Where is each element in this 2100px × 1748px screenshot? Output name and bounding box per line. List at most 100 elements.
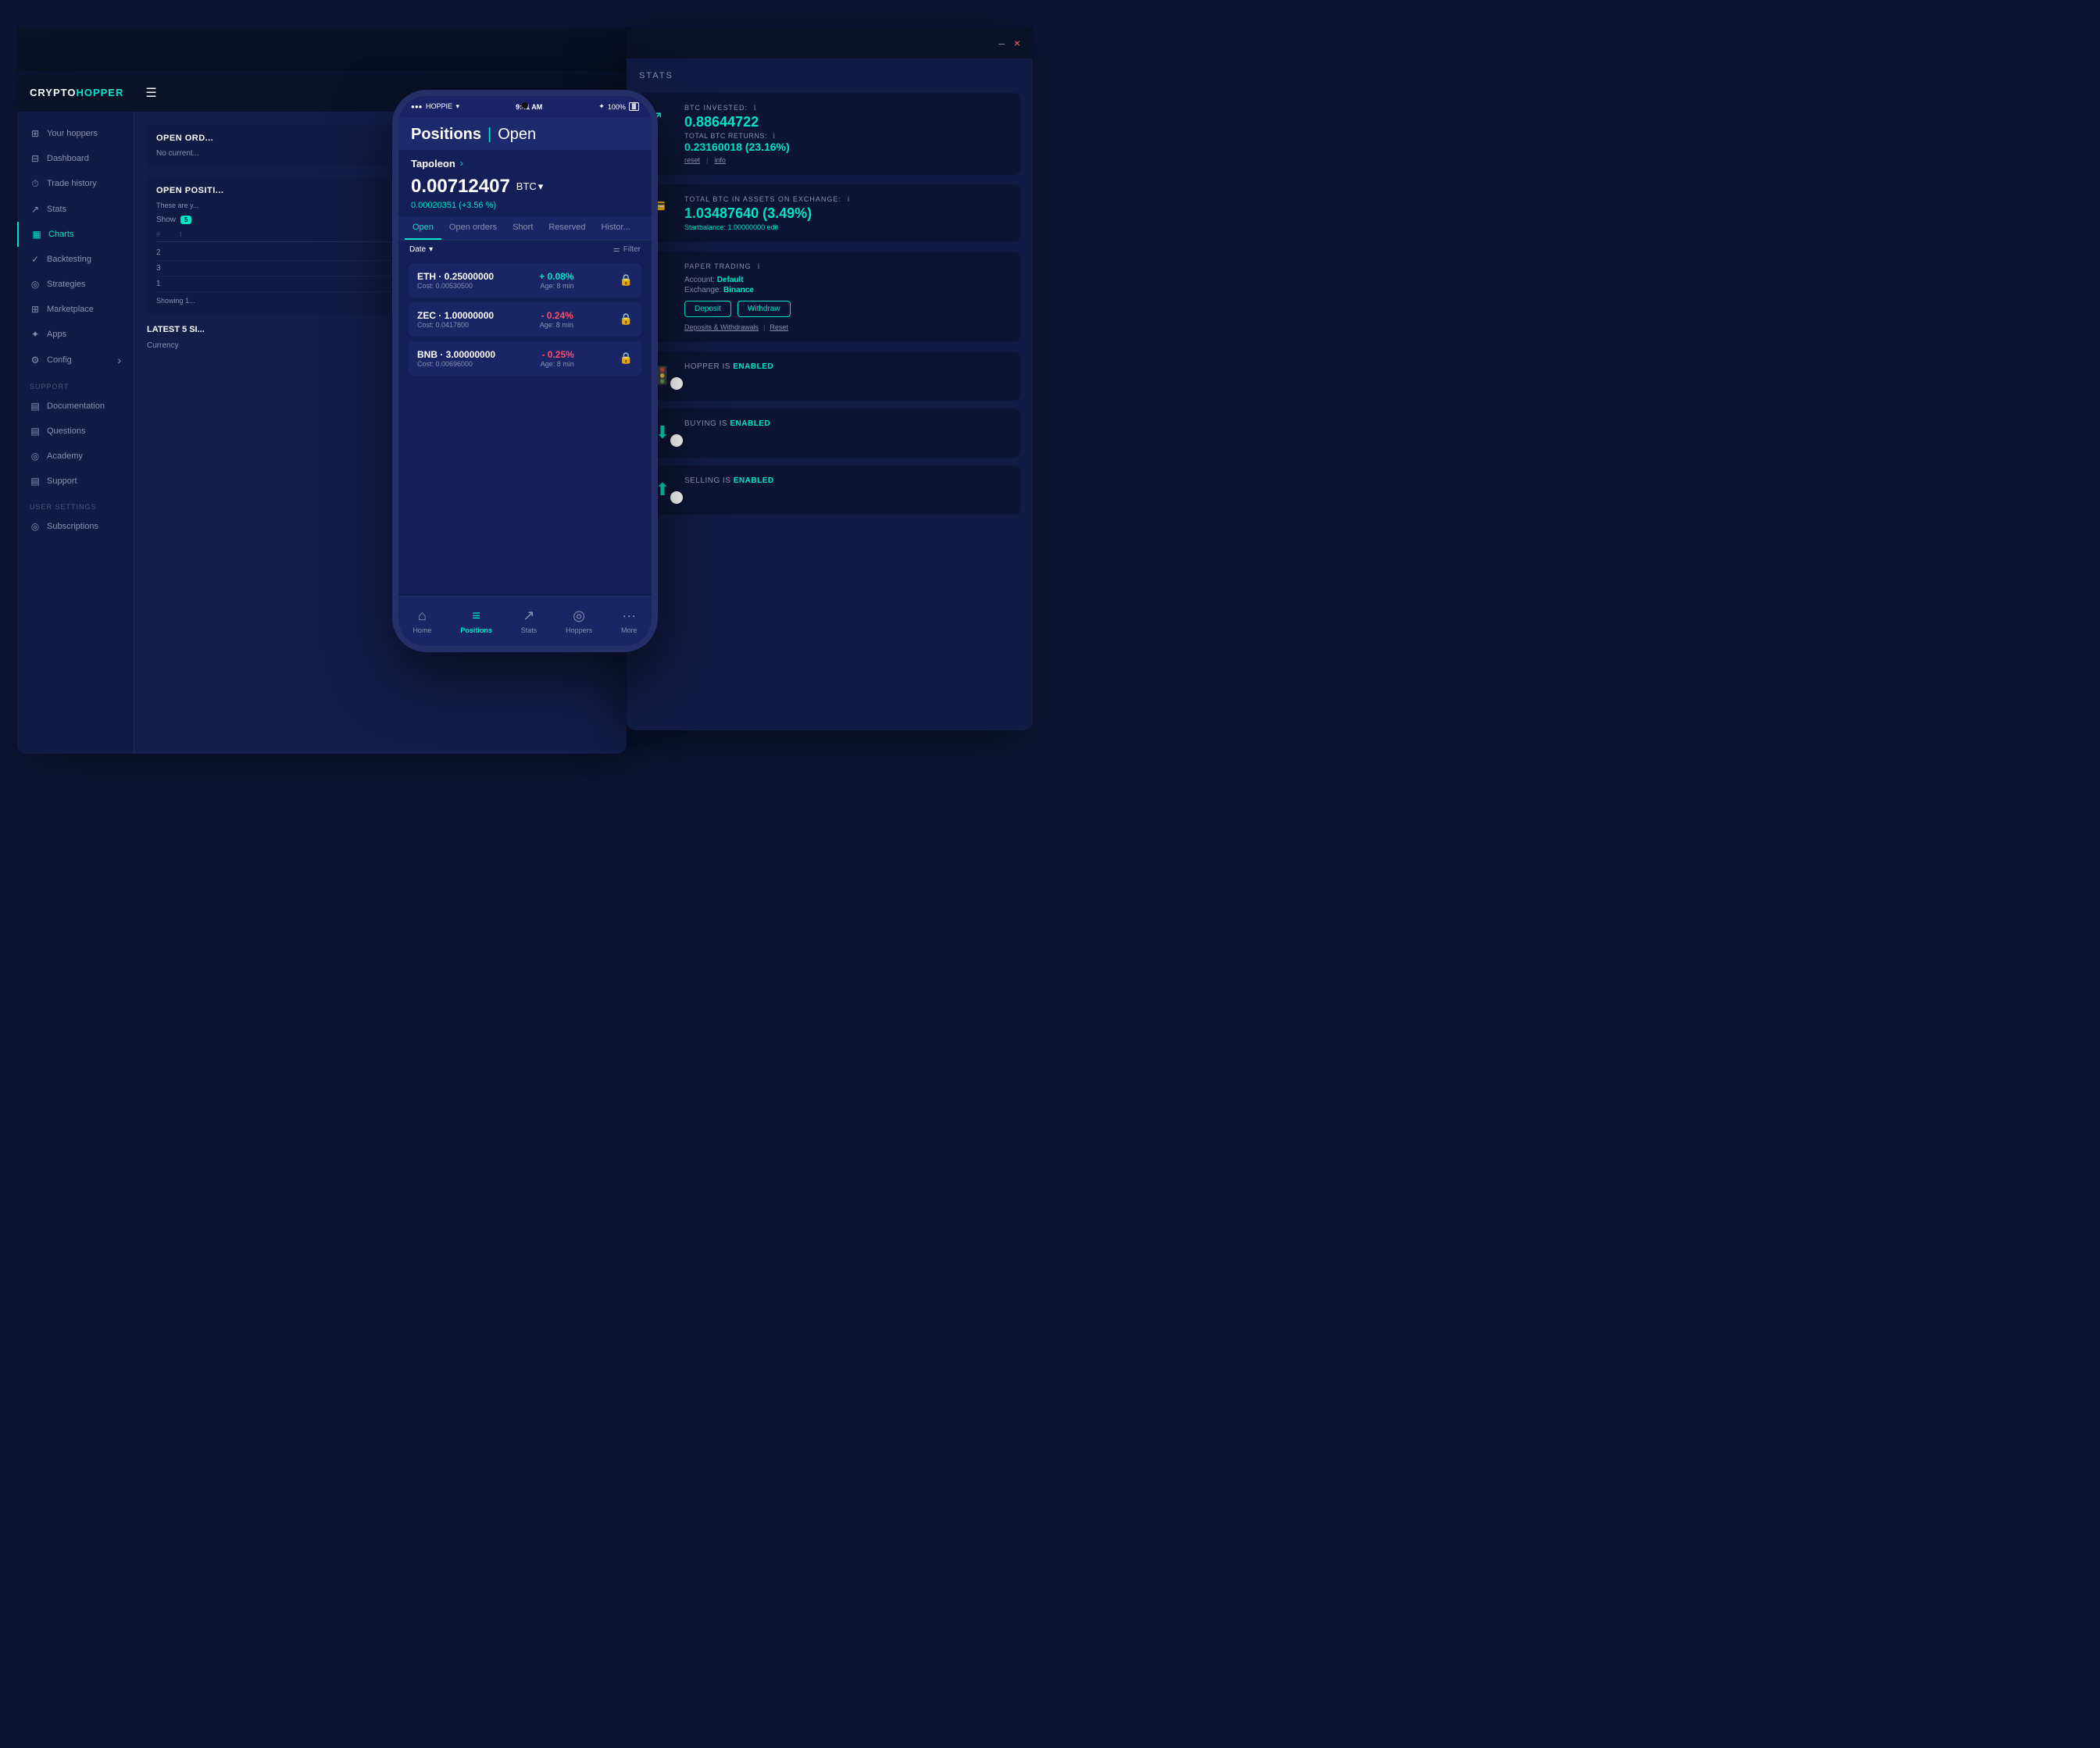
docs-icon: ▤: [30, 401, 41, 412]
pos-bnb-mid: - 0.25% Age: 8 min: [541, 349, 574, 368]
hamburger-icon[interactable]: ☰: [145, 85, 156, 101]
paper-trading-label: PAPER TRADING ℹ: [684, 262, 1009, 271]
chevron-down-icon: ▾: [538, 180, 544, 193]
sidebar-item-apps[interactable]: ✦ Apps: [17, 322, 134, 347]
support-section-label: SUPPORT: [17, 373, 134, 394]
tab-reserved[interactable]: Reserved: [541, 216, 593, 240]
nav-home[interactable]: ⌂ Home: [412, 608, 431, 634]
apps-icon: ✦: [30, 329, 41, 340]
zec-coin: ZEC · 1.00000000: [417, 310, 494, 321]
sidebar-item-subscriptions[interactable]: ◎ Subscriptions: [17, 514, 134, 539]
hoppers-nav-icon: ◎: [573, 608, 585, 624]
bnb-age: Age: 8 min: [541, 360, 574, 368]
stats-icon: ↗: [30, 204, 41, 215]
bottom-nav: ⌂ Home ≡ Positions ↗ Stats ◎ Hoppers: [398, 596, 652, 646]
btc-invested-label: BTC INVESTED: ℹ: [684, 104, 1009, 112]
info-icon-2: ℹ: [773, 132, 776, 140]
pos-bnb-left: BNB · 3.00000000 Cost: 0.00696000: [417, 349, 495, 368]
filter-button[interactable]: ⚌ Filter: [613, 245, 641, 254]
nav-hoppers[interactable]: ◎ Hoppers: [566, 608, 592, 634]
sidebar-item-questions[interactable]: ▤ Questions: [17, 419, 134, 444]
sidebar-item-hoppers[interactable]: ⊞ Your hoppers: [17, 121, 134, 146]
nav-more[interactable]: ··· More: [621, 608, 638, 634]
bnb-coin: BNB · 3.00000000: [417, 349, 495, 360]
stats-panel: – × STATS ↗ BTC INVESTED: ℹ 0.88644722 T…: [627, 27, 1033, 730]
bnb-cost: Cost: 0.00696000: [417, 360, 495, 368]
mini-badge: 5: [180, 216, 191, 224]
position-zec[interactable]: ZEC · 1.00000000 Cost: 0.0417800 - 0.24%…: [408, 302, 642, 337]
dashboard-icon: ⊟: [30, 153, 41, 164]
minimize-button[interactable]: –: [998, 37, 1005, 49]
sidebar-item-dashboard[interactable]: ⊟ Dashboard: [17, 146, 134, 171]
config-icon: ⚙: [30, 355, 41, 366]
phone-camera: [522, 102, 528, 109]
stats-content: STATS ↗ BTC INVESTED: ℹ 0.88644722 TOTAL…: [627, 59, 1033, 730]
questions-icon: ▤: [30, 426, 41, 437]
deposits-withdrawals-link[interactable]: Deposits & Withdrawals: [684, 323, 759, 331]
phone-body: ●●● HOPPIE ▾ 9:41 AM ✦ 100% ▓ Positions …: [392, 90, 658, 652]
pos-eth-mid: + 0.08% Age: 8 min: [539, 271, 573, 290]
nav-positions[interactable]: ≡ Positions: [460, 608, 492, 634]
sidebar-item-config[interactable]: ⚙ Config: [17, 347, 134, 373]
sidebar-item-backtesting[interactable]: ✓ Backtesting: [17, 247, 134, 272]
sidebar-item-trade-history[interactable]: ⏱ Trade history: [17, 171, 134, 197]
home-icon: ⌂: [418, 608, 427, 624]
lock-icon-3: 🔒: [620, 351, 633, 365]
sidebar-item-stats[interactable]: ↗ Stats: [17, 197, 134, 222]
logo-hop: HOPPER: [76, 87, 123, 98]
support-icon: ▤: [30, 476, 41, 487]
user-section-label: USER SETTINGS: [17, 494, 134, 514]
show-label: Show: [156, 216, 176, 224]
hopper-status-label: HOPPER IS ENABLED: [684, 362, 1009, 371]
sidebar-item-academy[interactable]: ◎ Academy: [17, 444, 134, 469]
sidebar: ⊞ Your hoppers ⊟ Dashboard ⏱ Trade histo…: [17, 112, 134, 754]
positions-icon: ≡: [472, 608, 480, 624]
lock-icon-2: 🔒: [620, 312, 633, 326]
reset-link-2[interactable]: Reset: [770, 323, 788, 331]
paper-trading-card: ≡ PAPER TRADING ℹ Account: Default Excha…: [639, 251, 1020, 342]
positions-list: ETH · 0.25000000 Cost: 0.00530500 + 0.08…: [398, 259, 652, 596]
sidebar-item-marketplace[interactable]: ⊞ Marketplace: [17, 297, 134, 322]
position-eth[interactable]: ETH · 0.25000000 Cost: 0.00530500 + 0.08…: [408, 263, 642, 298]
deposit-button[interactable]: Deposit: [684, 301, 731, 317]
bluetooth-icon: ✦: [598, 102, 605, 111]
hopper-name: Tapoleon: [411, 158, 455, 169]
lock-icon: 🔒: [620, 273, 633, 287]
filter-icon: ⚌: [613, 245, 620, 254]
nav-stats[interactable]: ↗ Stats: [521, 608, 538, 634]
buying-status-label: BUYING IS ENABLED: [684, 419, 1009, 428]
tab-short[interactable]: Short: [505, 216, 541, 240]
btc-currency: BTC ▾: [516, 180, 544, 193]
stat-links: reset | info: [684, 156, 1009, 164]
eth-cost: Cost: 0.00530500: [417, 282, 494, 290]
btc-amount-row: 0.00712407 BTC ▾: [398, 173, 652, 199]
th-hash: #: [156, 230, 180, 238]
date-sort-button[interactable]: Date ▾: [409, 245, 433, 254]
bnb-pct: - 0.25%: [541, 349, 574, 360]
pos-zec-mid: - 0.24% Age: 8 min: [540, 310, 573, 329]
stats-title: STATS: [639, 71, 1020, 80]
tab-open[interactable]: Open: [405, 216, 441, 240]
position-bnb[interactable]: BNB · 3.00000000 Cost: 0.00696000 - 0.25…: [408, 341, 642, 376]
sidebar-item-support[interactable]: ▤ Support: [17, 469, 134, 494]
sidebar-item-strategies[interactable]: ◎ Strategies: [17, 272, 134, 297]
tab-open-orders[interactable]: Open orders: [441, 216, 505, 240]
withdraw-button[interactable]: Withdraw: [738, 301, 791, 317]
carrier-text: ●●● HOPPIE ▾: [411, 102, 459, 111]
reset-link[interactable]: reset: [684, 156, 700, 164]
sidebar-item-charts[interactable]: ▦ Charts: [17, 222, 134, 247]
info-link[interactable]: info: [714, 156, 726, 164]
th-info: I: [180, 230, 203, 238]
positions-title: Positions | Open: [411, 126, 639, 144]
tab-history[interactable]: Histor...: [593, 216, 638, 240]
btc-assets-card: 💳 TOTAL BTC IN ASSETS ON EXCHANGE: ℹ 1.0…: [639, 184, 1020, 242]
strategies-icon: ◎: [30, 279, 41, 290]
eth-age: Age: 8 min: [539, 282, 573, 290]
eth-coin: ETH · 0.25000000: [417, 271, 494, 282]
paper-account: Account: Default: [684, 276, 1009, 284]
close-button[interactable]: ×: [1014, 37, 1020, 49]
paper-buttons: Deposit Withdraw: [684, 301, 1009, 317]
sidebar-item-documentation[interactable]: ▤ Documentation: [17, 394, 134, 419]
edit-link[interactable]: edit: [767, 223, 779, 231]
paper-exchange: Exchange: Binance: [684, 286, 1009, 294]
